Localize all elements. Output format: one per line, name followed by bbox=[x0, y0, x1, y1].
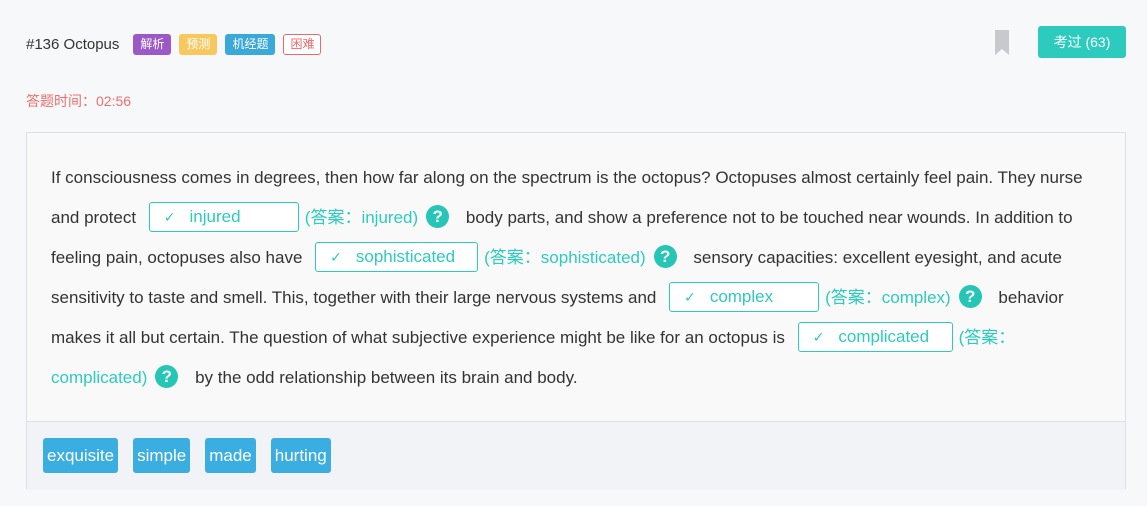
blank-value: complicated bbox=[838, 326, 930, 346]
question-card: If consciousness comes in degrees, then … bbox=[26, 132, 1126, 490]
word-options: exquisite simple made hurting bbox=[27, 421, 1125, 490]
check-icon: ✓ bbox=[684, 288, 696, 305]
answer-timer: 答题时间：02:56 bbox=[26, 93, 132, 109]
help-icon[interactable]: ? bbox=[653, 245, 677, 269]
answer-blank[interactable]: ✓ injured bbox=[148, 201, 299, 232]
help-icon[interactable]: ? bbox=[426, 205, 450, 229]
passage-text-segment: by the odd relationship between its brai… bbox=[190, 368, 578, 387]
help-icon[interactable]: ? bbox=[155, 365, 179, 389]
answer-blank[interactable]: ✓ sophisticated bbox=[315, 241, 479, 272]
question-title: #136 Octopus bbox=[26, 35, 120, 53]
question-header: #136 Octopus 解析 预测 机经题 困难 bbox=[26, 30, 1125, 58]
answer-blank[interactable]: ✓ complex bbox=[669, 281, 820, 312]
blank-value: sophisticated bbox=[355, 246, 456, 266]
blank-value: injured bbox=[189, 206, 241, 226]
correct-answer: (答案：complex) bbox=[825, 288, 951, 307]
tag-difficulty: 困难 bbox=[283, 33, 322, 55]
word-option[interactable]: simple bbox=[133, 438, 191, 473]
tag-past-exam[interactable]: 机经题 bbox=[225, 33, 276, 55]
word-option[interactable]: exquisite bbox=[43, 438, 119, 473]
tag-prediction[interactable]: 预测 bbox=[179, 33, 218, 55]
bookmark-icon[interactable] bbox=[994, 30, 1010, 55]
correct-answer: (答案：injured) bbox=[304, 208, 419, 227]
exam-count-button[interactable]: 考过 (63) bbox=[1038, 26, 1126, 58]
correct-answer: (答案：sophisticated) bbox=[484, 248, 646, 267]
passage-text: If consciousness comes in degrees, then … bbox=[51, 158, 1111, 398]
answer-blank[interactable]: ✓ complicated bbox=[797, 321, 953, 352]
tag-analysis[interactable]: 解析 bbox=[133, 33, 172, 55]
word-option[interactable]: hurting bbox=[270, 438, 331, 473]
check-icon: ✓ bbox=[812, 328, 825, 345]
help-icon[interactable]: ? bbox=[958, 285, 982, 309]
blank-value: complex bbox=[709, 286, 774, 306]
check-icon: ✓ bbox=[163, 208, 176, 225]
check-icon: ✓ bbox=[330, 248, 342, 265]
word-option[interactable]: made bbox=[205, 438, 256, 473]
